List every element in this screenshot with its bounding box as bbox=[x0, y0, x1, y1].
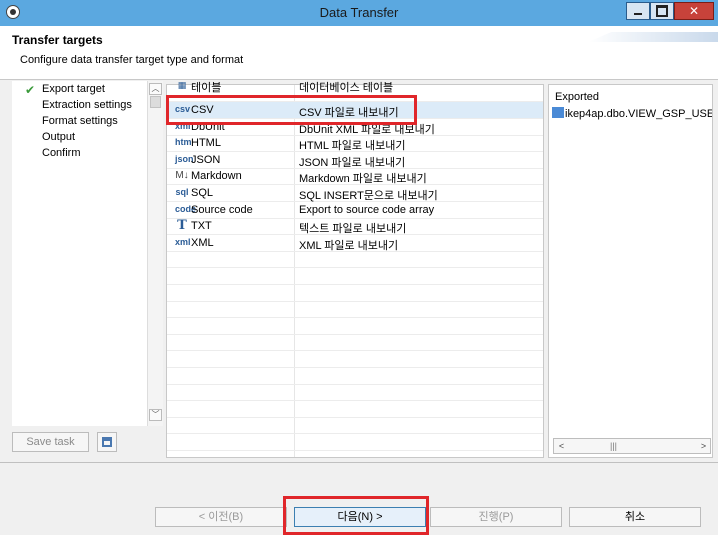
next-highlight-box bbox=[283, 496, 429, 535]
empty-row bbox=[167, 417, 543, 435]
target-name: JSON bbox=[191, 153, 221, 166]
target-description: Markdown 파일로 내보내기 bbox=[299, 173, 427, 186]
scroll-up-icon[interactable]: ︿ bbox=[149, 83, 162, 95]
markdown-icon: M↓ bbox=[175, 170, 189, 182]
close-button[interactable]: ✕ bbox=[674, 2, 714, 20]
window-title: Data Transfer bbox=[319, 5, 399, 20]
task-icon bbox=[102, 437, 112, 447]
save-task-button[interactable]: Save task bbox=[12, 432, 89, 452]
html-icon: htm bbox=[175, 137, 192, 148]
title-bar: Data Transfer ✕ bbox=[0, 0, 718, 26]
exported-header: Exported bbox=[555, 91, 600, 103]
nav-item-extraction-settings[interactable]: Extraction settings bbox=[42, 99, 132, 111]
empty-row bbox=[167, 334, 543, 352]
view-icon bbox=[552, 107, 564, 118]
check-icon: ✔ bbox=[25, 83, 36, 97]
exported-list: Exported ikep4ap.dbo.VIEW_GSP_USER < |||… bbox=[548, 84, 713, 458]
json-icon: json bbox=[175, 153, 194, 164]
target-description: HTML 파일로 내보내기 bbox=[299, 140, 406, 153]
empty-row bbox=[167, 318, 543, 335]
target-row[interactable]: sql SQL SQL INSERT문으로 내보내기 bbox=[167, 185, 543, 202]
task-config-button[interactable] bbox=[97, 432, 117, 452]
nav-item-format-settings[interactable]: Format settings bbox=[42, 115, 118, 127]
horizontal-scrollbar[interactable]: < ||| > bbox=[553, 438, 711, 454]
page-header: Transfer targets Configure data transfer… bbox=[0, 26, 718, 80]
target-row[interactable]: code Source code Export to source code arr… bbox=[167, 202, 543, 219]
scroll-thumb[interactable] bbox=[150, 96, 161, 108]
cancel-button[interactable]: 취소 bbox=[569, 507, 701, 527]
target-row[interactable]: htm HTML HTML 파일로 내보내기 bbox=[167, 135, 543, 153]
nav-item-output[interactable]: Output bbox=[42, 131, 75, 143]
csv-highlight-box bbox=[166, 95, 417, 125]
page-title: Transfer targets bbox=[12, 33, 103, 47]
target-description: 데이터베이스 테이블 bbox=[299, 82, 394, 94]
empty-row bbox=[167, 301, 543, 319]
target-name: 테이블 bbox=[191, 82, 222, 94]
scroll-right-icon[interactable]: > bbox=[697, 440, 710, 452]
target-description: JSON 파일로 내보내기 bbox=[299, 156, 406, 169]
wizard-nav: ✔ Export target Extraction settings Form… bbox=[12, 81, 163, 461]
empty-row bbox=[167, 401, 543, 418]
maximize-button[interactable] bbox=[650, 2, 674, 20]
target-name: HTML bbox=[191, 137, 221, 150]
nav-item-export-target[interactable]: Export target bbox=[42, 83, 105, 95]
wizard-step-list: ✔ Export target Extraction settings Form… bbox=[12, 81, 147, 426]
footer-divider bbox=[0, 462, 718, 463]
target-description: Export to source code array bbox=[299, 203, 435, 216]
empty-row bbox=[167, 251, 543, 269]
target-description: SQL INSERT문으로 내보내기 bbox=[299, 190, 438, 202]
target-row[interactable]: M↓ Markdown Markdown 파일로 내보내기 bbox=[167, 168, 543, 186]
nav-scrollbar[interactable]: ︿ ﹀ bbox=[147, 81, 163, 426]
txt-icon: T bbox=[177, 218, 187, 234]
scroll-left-icon[interactable]: < bbox=[555, 440, 568, 452]
close-icon: ✕ bbox=[688, 4, 700, 18]
exported-item-label: ikep4ap.dbo.VIEW_GSP_USER bbox=[565, 108, 712, 120]
empty-row bbox=[167, 434, 543, 451]
sql-icon: sql bbox=[175, 187, 189, 197]
empty-row bbox=[167, 268, 543, 285]
target-description: 텍스트 파일로 내보내기 bbox=[299, 223, 407, 236]
scroll-grip-icon[interactable]: ||| bbox=[610, 441, 617, 451]
table-icon: ▦ bbox=[177, 80, 187, 90]
header-decoration bbox=[588, 32, 718, 42]
finish-button[interactable]: 진행(P) bbox=[430, 507, 562, 527]
minimize-button[interactable] bbox=[626, 2, 650, 20]
target-name: TXT bbox=[191, 220, 212, 233]
target-description: XML 파일로 내보내기 bbox=[299, 239, 399, 252]
nav-item-confirm[interactable]: Confirm bbox=[42, 147, 81, 159]
back-button[interactable]: < 이전(B) bbox=[155, 507, 287, 527]
empty-row bbox=[167, 285, 543, 302]
scroll-down-icon[interactable]: ﹀ bbox=[149, 409, 162, 421]
xml-icon: xml bbox=[175, 236, 191, 247]
empty-row bbox=[167, 351, 543, 368]
target-name: Source code bbox=[191, 203, 253, 216]
page-description: Configure data transfer target type and … bbox=[20, 54, 244, 66]
code-icon: code bbox=[175, 203, 197, 214]
target-row[interactable]: T TXT 텍스트 파일로 내보내기 bbox=[167, 218, 543, 236]
target-type-table: ▦ 테이블 데이터베이스 테이블 csv CSV CSV 파일로 내보내기 xml DbUni… bbox=[166, 80, 544, 458]
target-row[interactable]: json JSON JSON 파일로 내보내기 bbox=[167, 152, 543, 169]
target-name: XML bbox=[191, 236, 214, 249]
exported-item[interactable]: ikep4ap.dbo.VIEW_GSP_USER bbox=[552, 107, 712, 120]
empty-row bbox=[167, 368, 543, 385]
target-row[interactable]: xml XML XML 파일로 내보내기 bbox=[167, 235, 543, 252]
target-name: Markdown bbox=[191, 170, 242, 183]
target-name: SQL bbox=[191, 187, 214, 199]
empty-row bbox=[167, 384, 543, 402]
